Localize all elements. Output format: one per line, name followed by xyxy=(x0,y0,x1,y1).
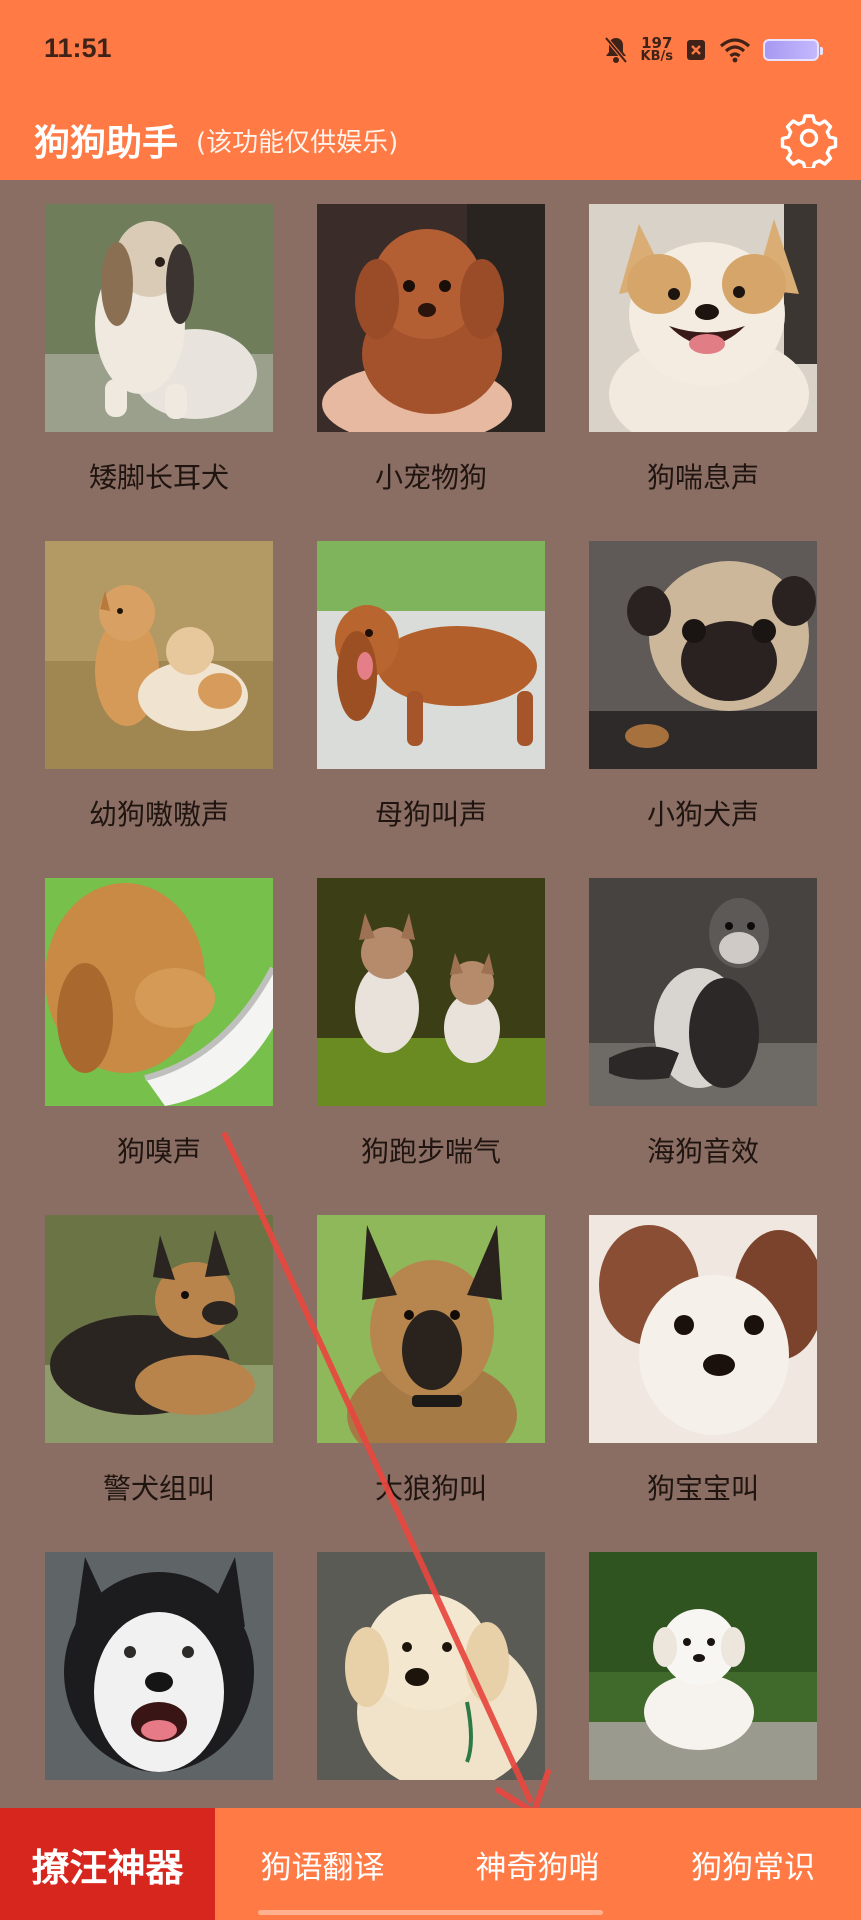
tab-dog-whistle[interactable]: 神奇狗哨 xyxy=(430,1808,645,1920)
sound-card-label: 母狗叫声 xyxy=(374,798,487,831)
tab-dog-knowledge[interactable]: 狗狗常识 xyxy=(645,1808,861,1920)
sound-card-toy-poodle[interactable]: 小宠物狗 xyxy=(317,180,545,516)
husky-face-photo xyxy=(45,1552,273,1780)
sound-card-label: 狗跑步喘气 xyxy=(360,1135,501,1168)
corgi-face-photo xyxy=(589,204,817,432)
sound-card-label: 狗嗅声 xyxy=(116,1135,201,1168)
sim-icon xyxy=(687,40,705,60)
bell-muted-icon xyxy=(603,36,628,64)
sound-card-label: 大狼狗叫 xyxy=(374,1472,487,1505)
sound-card-label: 狗宝宝叫 xyxy=(646,1472,759,1505)
retriever-sniffing-bowl-photo xyxy=(45,878,273,1106)
sound-card-label: 小狗犬声 xyxy=(646,798,759,831)
seal-photo xyxy=(589,878,817,1106)
page-title: 狗狗助手 xyxy=(34,123,179,164)
corgi-puppies-running-photo xyxy=(317,878,545,1106)
sound-card-label: 幼狗嗷嗷声 xyxy=(88,798,229,831)
battery-icon xyxy=(763,39,823,61)
network-speed-unit: KB/s xyxy=(640,49,673,64)
basset-hound-photo xyxy=(45,204,273,432)
sound-card-label: 警犬组叫 xyxy=(102,1472,215,1505)
sound-card-labrador[interactable] xyxy=(317,1528,545,1808)
sound-card-label: 小宠物狗 xyxy=(374,461,487,494)
white-puppy-grass-photo xyxy=(589,1552,817,1780)
sound-card-puppy-whine[interactable]: 幼狗嗷嗷声 xyxy=(45,517,273,853)
status-icons: 197 KB/s xyxy=(603,30,823,70)
sound-card-female-dog[interactable]: 母狗叫声 xyxy=(317,517,545,853)
sound-card-police-dogs[interactable]: 警犬组叫 xyxy=(45,1191,273,1527)
sound-card-label: 海狗音效 xyxy=(646,1135,759,1168)
tab-dog-translator[interactable]: 狗语翻译 xyxy=(215,1808,430,1920)
sound-card-running-pant[interactable]: 狗跑步喘气 xyxy=(317,854,545,1190)
status-bar: 11:51 197 KB/s xyxy=(0,0,861,100)
cocker-spaniel-photo xyxy=(317,541,545,769)
toy-poodle-puppy-photo xyxy=(317,204,545,432)
page-subtitle: (该功能仅供娱乐) xyxy=(196,128,399,158)
sound-card-panting[interactable]: 狗喘息声 xyxy=(589,180,817,516)
sound-grid: 矮脚长耳犬 小宠物狗 狗喘息声 幼狗嗷嗷声 母狗叫声 小狗犬声 狗嗅声 狗跑步喘… xyxy=(0,180,861,1808)
sound-card-label: 狗喘息声 xyxy=(646,461,759,494)
status-time: 11:51 xyxy=(44,33,112,63)
wifi-icon xyxy=(719,38,751,63)
sound-card-white-puppy[interactable] xyxy=(589,1528,817,1808)
german-shepherd-lying-photo xyxy=(45,1215,273,1443)
pug-face-photo xyxy=(589,541,817,769)
sound-card-basset-hound[interactable]: 矮脚长耳犬 xyxy=(45,180,273,516)
sound-card-small-dog[interactable]: 小狗犬声 xyxy=(589,517,817,853)
sound-card-sniffing[interactable]: 狗嗅声 xyxy=(45,854,273,1190)
home-indicator[interactable] xyxy=(258,1910,603,1915)
two-puppies-grass-photo xyxy=(45,541,273,769)
app-header: 狗狗助手 (该功能仅供娱乐) xyxy=(0,100,861,180)
network-speed-value: 197 xyxy=(641,34,673,52)
bottom-nav: 撩汪神器 狗语翻译 神奇狗哨 狗狗常识 xyxy=(0,1808,861,1920)
sound-card-husky[interactable] xyxy=(45,1528,273,1808)
german-shepherd-portrait-photo xyxy=(317,1215,545,1443)
network-speed: 197 KB/s xyxy=(641,36,673,64)
sound-card-label: 矮脚长耳犬 xyxy=(88,461,229,494)
labrador-puppy-photo xyxy=(317,1552,545,1780)
sound-card-seal[interactable]: 海狗音效 xyxy=(589,854,817,1190)
tab-dog-teaser[interactable]: 撩汪神器 xyxy=(0,1808,215,1920)
gear-icon[interactable] xyxy=(779,108,839,168)
sound-card-baby-dog[interactable]: 狗宝宝叫 xyxy=(589,1191,817,1527)
sound-card-wolfdog[interactable]: 大狼狗叫 xyxy=(317,1191,545,1527)
puppy-closeup-photo xyxy=(589,1215,817,1443)
